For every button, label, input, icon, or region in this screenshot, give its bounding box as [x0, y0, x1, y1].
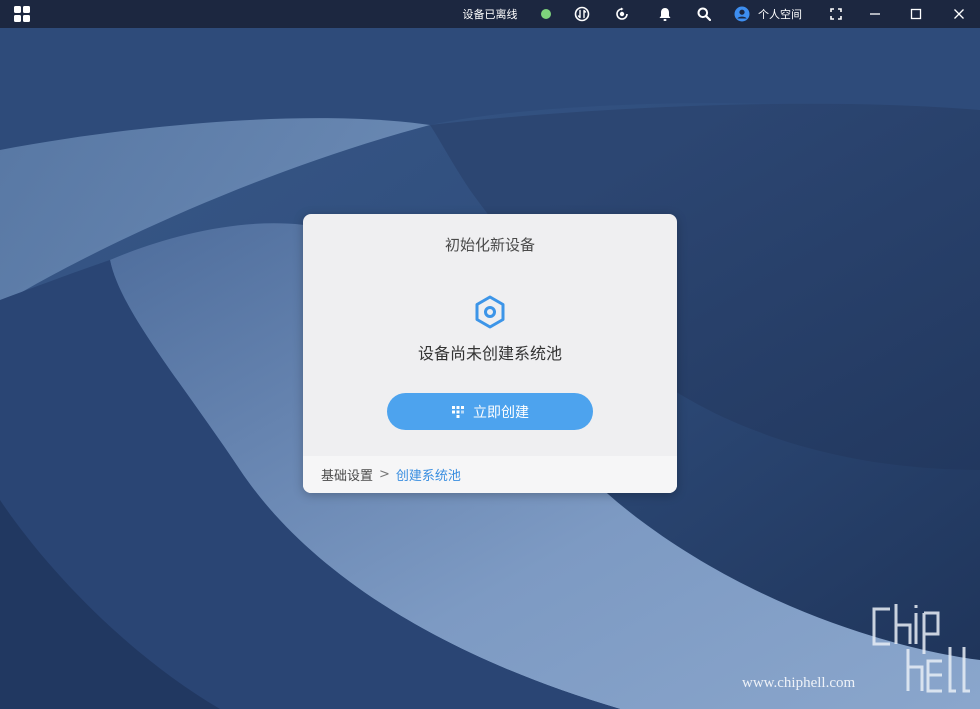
create-now-button[interactable]: 立即创建: [387, 393, 593, 430]
search-icon[interactable]: [694, 0, 714, 28]
personal-space-label: 个人空间: [758, 8, 802, 21]
close-icon: [954, 9, 964, 19]
refresh-icon[interactable]: [612, 0, 632, 28]
device-status-label: 设备已离线: [456, 0, 524, 28]
grid-dots-icon: [452, 405, 464, 418]
storage-pool-icon: [475, 295, 505, 329]
breadcrumb: 基础设置 > 创建系统池: [303, 456, 677, 493]
bell-icon[interactable]: [655, 0, 675, 28]
app-grid-icon[interactable]: [10, 0, 34, 28]
status-dot: [541, 9, 551, 19]
maximize-button[interactable]: [906, 0, 926, 28]
device-status-text: 设备已离线: [462, 8, 518, 21]
title-bar: 设备已离线 个人空间: [0, 0, 980, 28]
empty-pool-message: 设备尚未创建系统池: [417, 344, 562, 363]
sync-icon[interactable]: [572, 0, 592, 28]
minimize-icon: [870, 13, 880, 15]
close-button[interactable]: [949, 0, 969, 28]
minimize-button[interactable]: [865, 0, 885, 28]
breadcrumb-create-pool: 创建系统池: [395, 469, 461, 484]
user-icon: [734, 6, 750, 22]
dialog-title: 初始化新设备: [444, 236, 535, 254]
create-now-label: 立即创建: [473, 403, 529, 420]
fullscreen-icon[interactable]: [826, 0, 846, 28]
status-indicator: [539, 0, 553, 28]
breadcrumb-basic-settings[interactable]: 基础设置: [321, 465, 373, 484]
personal-space-menu[interactable]: 个人空间: [734, 0, 808, 28]
maximize-icon: [910, 8, 922, 20]
init-device-dialog: 初始化新设备 设备尚未创建系统池 立即创建 基础设置 > 创建系统池: [303, 214, 677, 493]
app-window: 设备已离线 个人空间 初始化新设备 设备尚未创建系统池 立即创建 基础设置 > …: [0, 0, 980, 709]
breadcrumb-separator: >: [379, 467, 390, 482]
